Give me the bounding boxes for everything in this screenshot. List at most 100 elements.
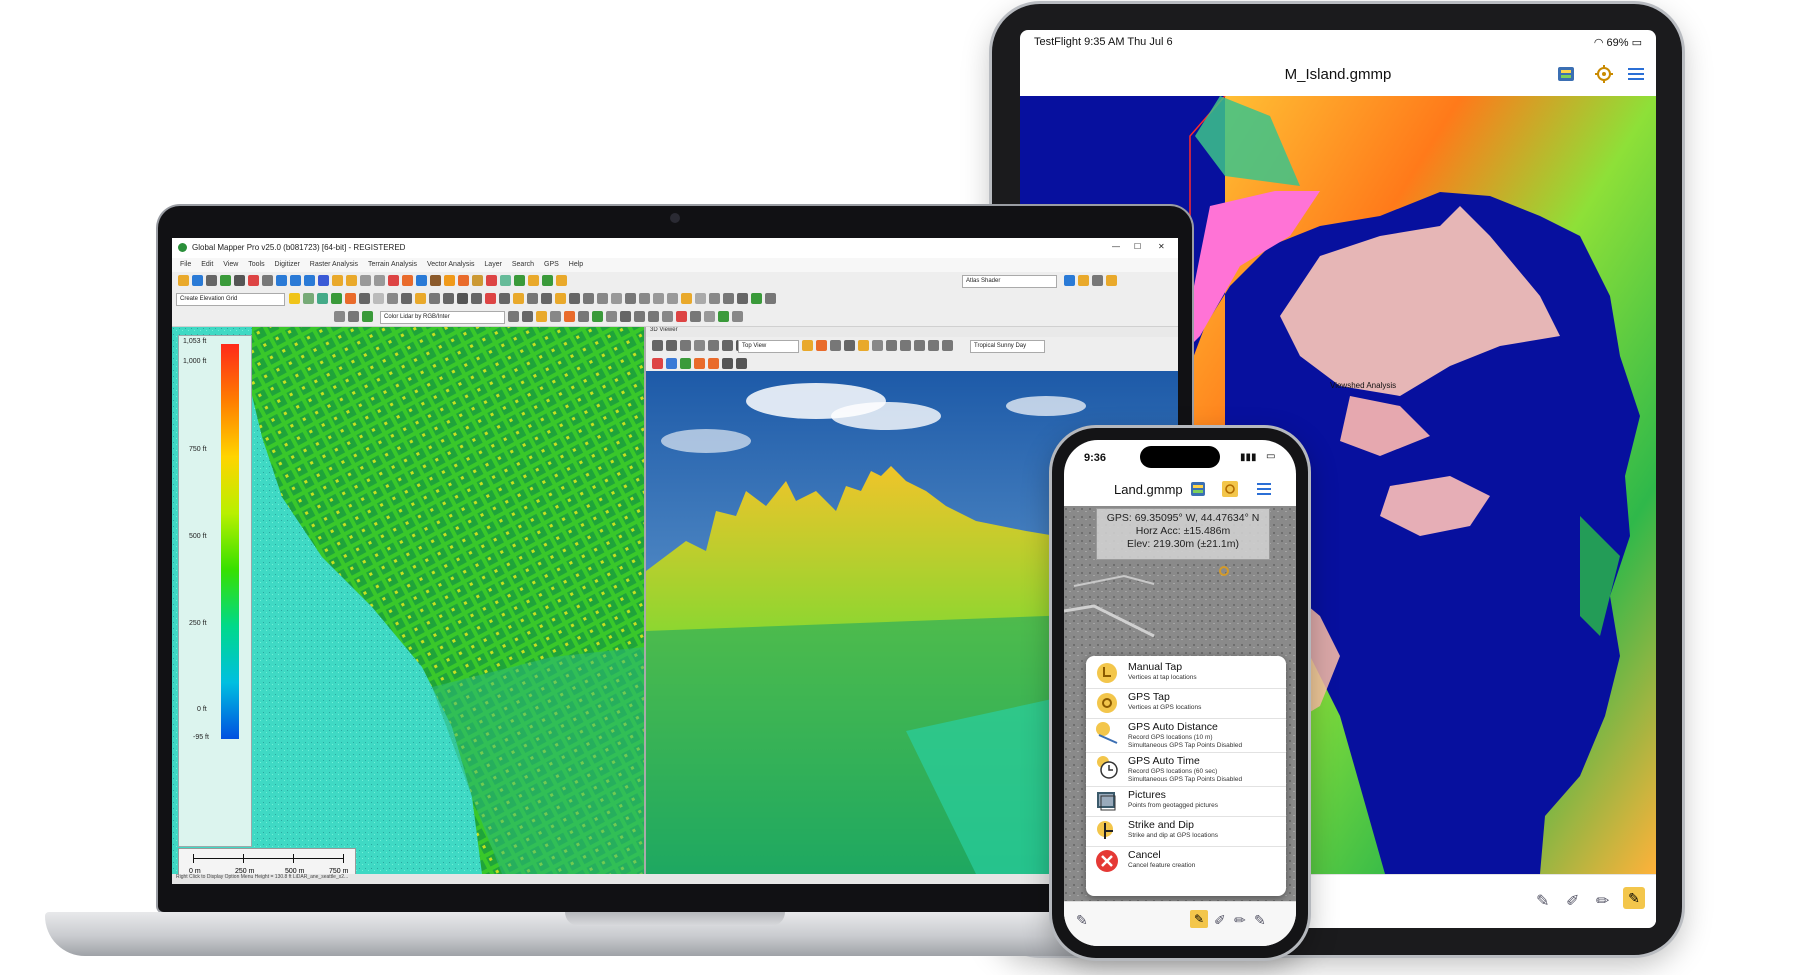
status-text: Right Click to Display Option Menu Heigh… xyxy=(176,874,349,880)
menu-terrain-analysis[interactable]: Terrain Analysis xyxy=(368,261,417,268)
gps-elevation: Elev: 219.30m (±21.1m) xyxy=(1127,538,1239,550)
iphone-bottom-toolbar: ✎ ✎ ✐ ✏ ✎ xyxy=(1064,901,1296,946)
viewer-3d-title-bar: 3D Viewer xyxy=(646,327,1178,337)
draw-line-icon[interactable]: ✎ xyxy=(1536,891,1549,911)
menu-item-cancel[interactable]: Cancel Cancel feature creation xyxy=(1086,846,1286,876)
legend-tick: -95 ft xyxy=(193,734,209,741)
menu-help[interactable]: Help xyxy=(569,261,583,268)
measure-icon[interactable]: ✎ xyxy=(1254,912,1266,929)
globe-buttons[interactable] xyxy=(1062,272,1118,291)
legend-colorbar xyxy=(221,344,239,739)
menu-file[interactable]: File xyxy=(180,261,191,268)
ipad-status-left: TestFlight 9:35 AM Thu Jul 6 xyxy=(1034,36,1173,48)
menu-icon[interactable] xyxy=(1256,482,1272,496)
lidar-color-select[interactable]: Color Lidar by RGB/Inter xyxy=(380,311,505,324)
toolbar-2: Create Elevation Grid xyxy=(172,290,1178,309)
menu-search[interactable]: Search xyxy=(512,261,534,268)
close-button[interactable]: ✕ xyxy=(1158,242,1165,251)
legend-tick: 1,000 ft xyxy=(183,358,207,365)
edit-tool-icon[interactable]: ✎ xyxy=(1076,912,1088,929)
create-elevation-select[interactable]: Create Elevation Grid xyxy=(176,293,285,306)
ipad-title-bar: M_Island.gmmp xyxy=(1020,52,1656,97)
menu-bar: File Edit View Tools Digitizer Raster An… xyxy=(172,258,1178,272)
shader-select[interactable]: Atlas Shader xyxy=(962,275,1057,288)
draw-area-icon[interactable]: ✐ xyxy=(1566,891,1579,911)
draw-line-icon[interactable]: ✐ xyxy=(1214,912,1226,929)
menu-tools[interactable]: Tools xyxy=(248,261,264,268)
legend-tick: 500 ft xyxy=(189,533,207,540)
iphone-screen: 9:36 ▮▮▮ ▭ Land.gmmp GPS: 69.35095° W, 4… xyxy=(1064,440,1296,946)
legend-tick: 250 ft xyxy=(189,620,207,627)
gps-horizontal-accuracy: Horz Acc: ±15.486m xyxy=(1135,525,1231,537)
laptop-screen: Global Mapper Pro v25.0 (b081723) [64-bi… xyxy=(172,238,1178,884)
minimize-button[interactable]: — xyxy=(1112,242,1120,251)
toolbar-3: Color Lidar by RGB/Inter xyxy=(172,308,1178,327)
viewer-3d-toolbar: Top View Tropical Sunny Day xyxy=(646,337,1178,356)
clock-icon xyxy=(1097,756,1118,779)
dynamic-island xyxy=(1140,446,1220,468)
toolbar-3-buttons-right[interactable] xyxy=(506,308,744,327)
menu-digitizer[interactable]: Digitizer xyxy=(275,261,300,268)
menu-icon[interactable] xyxy=(1626,65,1646,83)
menu-item-strike-and-dip[interactable]: Strike and Dip Strike and dip at GPS loc… xyxy=(1086,816,1286,847)
menu-item-manual-tap[interactable]: Manual Tap Vertices at tap locations xyxy=(1086,658,1286,689)
menu-view[interactable]: View xyxy=(223,261,238,268)
laptop-trackpad-notch xyxy=(565,912,785,926)
gps-distance-icon xyxy=(1096,722,1118,744)
menu-item-gps-tap[interactable]: GPS Tap Vertices at GPS locations xyxy=(1086,688,1286,719)
scale-line xyxy=(193,858,343,859)
digitize-icon[interactable]: ✎ xyxy=(1190,910,1208,928)
document-title: Land.gmmp xyxy=(1114,482,1183,497)
iphone-nav-bar: Land.gmmp xyxy=(1064,472,1296,506)
legend-tick: 1,053 ft xyxy=(183,338,207,345)
battery-icon: ▭ xyxy=(1631,37,1642,49)
measure-icon[interactable]: ✏ xyxy=(1596,891,1609,911)
elevation-legend: 1,053 ft 1,000 ft 750 ft 500 ft 250 ft 0… xyxy=(178,335,252,847)
toolbar-1: Atlas Shader xyxy=(172,272,1178,291)
viewer-3d-title: 3D Viewer xyxy=(650,327,678,333)
sky-preset-select[interactable]: Tropical Sunny Day xyxy=(970,340,1045,353)
feature-creation-menu: Manual Tap Vertices at tap locations GPS… xyxy=(1086,656,1286,896)
digitize-icon[interactable]: ✎ xyxy=(1623,887,1645,909)
picture-icon xyxy=(1097,792,1116,811)
menu-vector-analysis[interactable]: Vector Analysis xyxy=(427,261,474,268)
view-mode-select[interactable]: Top View xyxy=(738,340,799,353)
menu-item-gps-auto-time[interactable]: GPS Auto Time Record GPS locations (60 s… xyxy=(1086,752,1286,787)
battery-indicator: ◠ 69% ▭ xyxy=(1593,37,1642,49)
menu-item-gps-auto-distance[interactable]: GPS Auto Distance Record GPS locations (… xyxy=(1086,718,1286,753)
toolbar-2-buttons[interactable] xyxy=(287,290,777,309)
menu-raster-analysis[interactable]: Raster Analysis xyxy=(310,261,358,268)
camera-icon xyxy=(670,213,680,223)
toolbar-3-buttons-left[interactable] xyxy=(332,308,374,327)
app-logo-icon xyxy=(178,243,187,252)
menu-gps[interactable]: GPS xyxy=(544,261,559,268)
locate-icon[interactable] xyxy=(1594,65,1614,83)
battery-icon: ▭ xyxy=(1266,451,1276,462)
viewer-3d-buttons[interactable] xyxy=(650,337,748,356)
menu-item-pictures[interactable]: Pictures Points from geotagged pictures xyxy=(1086,786,1286,817)
draw-area-icon[interactable]: ✏ xyxy=(1234,912,1246,929)
window-title-bar: Global Mapper Pro v25.0 (b081723) [64-bi… xyxy=(172,238,1178,258)
viewer-3d-buttons-2[interactable] xyxy=(800,337,954,356)
legend-tick: 750 ft xyxy=(189,446,207,453)
locate-icon[interactable] xyxy=(1222,481,1238,497)
ipad-status-bar: TestFlight 9:35 AM Thu Jul 6 ◠ 69% ▭ xyxy=(1020,30,1656,52)
toolbar-1-buttons[interactable] xyxy=(176,272,568,291)
signal-icon: ▮▮▮ xyxy=(1240,452,1257,463)
maximize-button[interactable]: ☐ xyxy=(1134,242,1141,251)
cancel-icon xyxy=(1096,850,1118,872)
tap-hand-icon xyxy=(1097,663,1117,683)
viewer-3d-toolbar-2 xyxy=(646,355,1178,372)
status-bar: Right Click to Display Option Menu Heigh… xyxy=(172,874,1178,884)
layers-icon[interactable] xyxy=(1190,481,1206,497)
layers-icon[interactable] xyxy=(1556,65,1576,83)
gps-coordinates: GPS: 69.35095° W, 44.47634° N xyxy=(1106,512,1260,524)
iphone-time: 9:36 xyxy=(1084,452,1107,464)
gps-info-box: GPS: 69.35095° W, 44.47634° N Horz Acc: … xyxy=(1096,508,1270,560)
strike-dip-icon xyxy=(1097,821,1113,839)
menu-layer[interactable]: Layer xyxy=(484,261,502,268)
menu-edit[interactable]: Edit xyxy=(201,261,213,268)
wifi-icon: ◠ xyxy=(1593,37,1604,49)
viewshed-label: Viewshed Analysis xyxy=(1330,381,1396,390)
window-title: Global Mapper Pro v25.0 (b081723) [64-bi… xyxy=(192,243,406,252)
